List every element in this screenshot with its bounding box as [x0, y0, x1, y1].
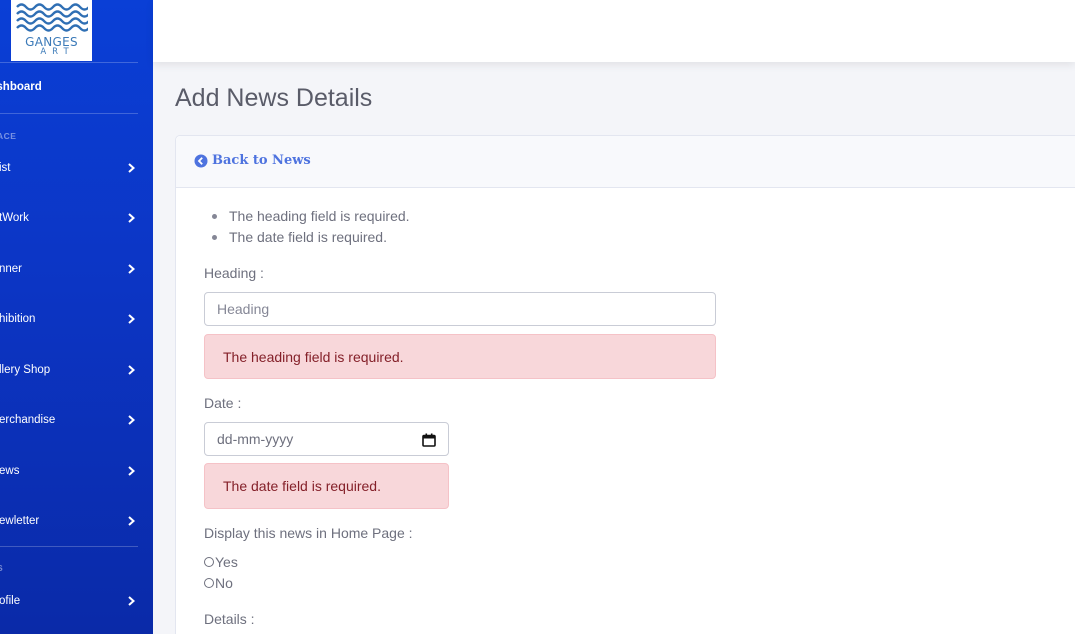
sidebar-item-label: tWork	[0, 212, 29, 224]
chevron-right-icon	[128, 264, 136, 274]
display-home-label: Display this news in Home Page :	[204, 525, 413, 541]
radio-yes[interactable]: Yes	[204, 554, 238, 570]
error-list-item: The date field is required.	[212, 229, 387, 245]
bullet	[212, 214, 217, 219]
chevron-right-icon	[128, 163, 136, 173]
sidebar-item-banner[interactable]: nner	[0, 254, 153, 284]
waves-icon	[16, 3, 88, 32]
sidebar-item-gallery-shop[interactable]: llery Shop	[0, 355, 153, 385]
heading-error-alert: The heading field is required.	[204, 334, 716, 379]
error-text: The heading field is required.	[229, 208, 410, 224]
brand-subname: ART	[40, 47, 75, 57]
sidebar-divider	[0, 113, 138, 114]
calendar-icon[interactable]	[422, 433, 436, 447]
sidebar-item-label: ewletter	[0, 515, 40, 527]
date-label: Date :	[204, 395, 242, 411]
date-error-alert: The date field is required.	[204, 463, 449, 509]
date-input[interactable]: dd-mm-yyyy	[204, 422, 449, 456]
sidebar-item-label: llery Shop	[0, 364, 51, 376]
sidebar-item-profile[interactable]: ofile	[0, 586, 153, 616]
back-to-news-link[interactable]: Back to News	[194, 153, 311, 168]
chevron-right-icon	[128, 415, 136, 425]
chevron-circle-left-icon	[194, 154, 208, 167]
sidebar-heading: S	[0, 563, 3, 573]
radio-no-label: No	[215, 575, 233, 591]
sidebar-item-label: ews	[0, 465, 20, 477]
sidebar-item-label: ofile	[0, 595, 21, 607]
card-header: Back to News	[176, 136, 1075, 188]
sidebar: GANGES ART ashboard ACE ist tWork nner h…	[0, 0, 153, 634]
sidebar-item-label: nner	[0, 263, 23, 275]
sidebar-item-news[interactable]: ews	[0, 456, 153, 486]
sidebar-divider	[0, 546, 138, 547]
sidebar-item-label: erchandise	[0, 414, 56, 426]
page-title: Add News Details	[175, 84, 373, 112]
sidebar-item-label: ist	[0, 162, 11, 174]
error-text: The date field is required.	[229, 229, 387, 245]
chevron-right-icon	[128, 596, 136, 606]
sidebar-item-exhibition[interactable]: hibition	[0, 304, 153, 334]
error-list-item: The heading field is required.	[212, 208, 410, 224]
sidebar-divider	[0, 62, 138, 63]
sidebar-item-merchandise[interactable]: erchandise	[0, 405, 153, 435]
radio-no[interactable]: No	[204, 575, 233, 591]
radio-circle[interactable]	[204, 578, 214, 588]
radio-circle[interactable]	[204, 557, 214, 567]
chevron-right-icon	[128, 213, 136, 223]
chevron-right-icon	[128, 314, 136, 324]
date-placeholder: dd-mm-yyyy	[217, 431, 294, 447]
topbar	[153, 0, 1075, 62]
back-link-label: Back to News	[212, 153, 311, 168]
sidebar-item-artist[interactable]: ist	[0, 153, 153, 183]
sidebar-item-newsletter[interactable]: ewletter	[0, 506, 153, 536]
chevron-right-icon	[128, 365, 136, 375]
heading-input[interactable]	[204, 292, 716, 326]
radio-yes-label: Yes	[215, 554, 238, 570]
details-label: Details :	[204, 611, 255, 627]
bullet	[212, 235, 217, 240]
brand-logo[interactable]: GANGES ART	[11, 0, 92, 61]
sidebar-heading: ACE	[0, 131, 17, 141]
sidebar-item-label: hibition	[0, 313, 36, 325]
chevron-right-icon	[128, 516, 136, 526]
sidebar-item-dashboard[interactable]: ashboard	[0, 81, 42, 93]
chevron-right-icon	[128, 466, 136, 476]
heading-label: Heading :	[204, 265, 264, 281]
sidebar-item-artwork[interactable]: tWork	[0, 203, 153, 233]
